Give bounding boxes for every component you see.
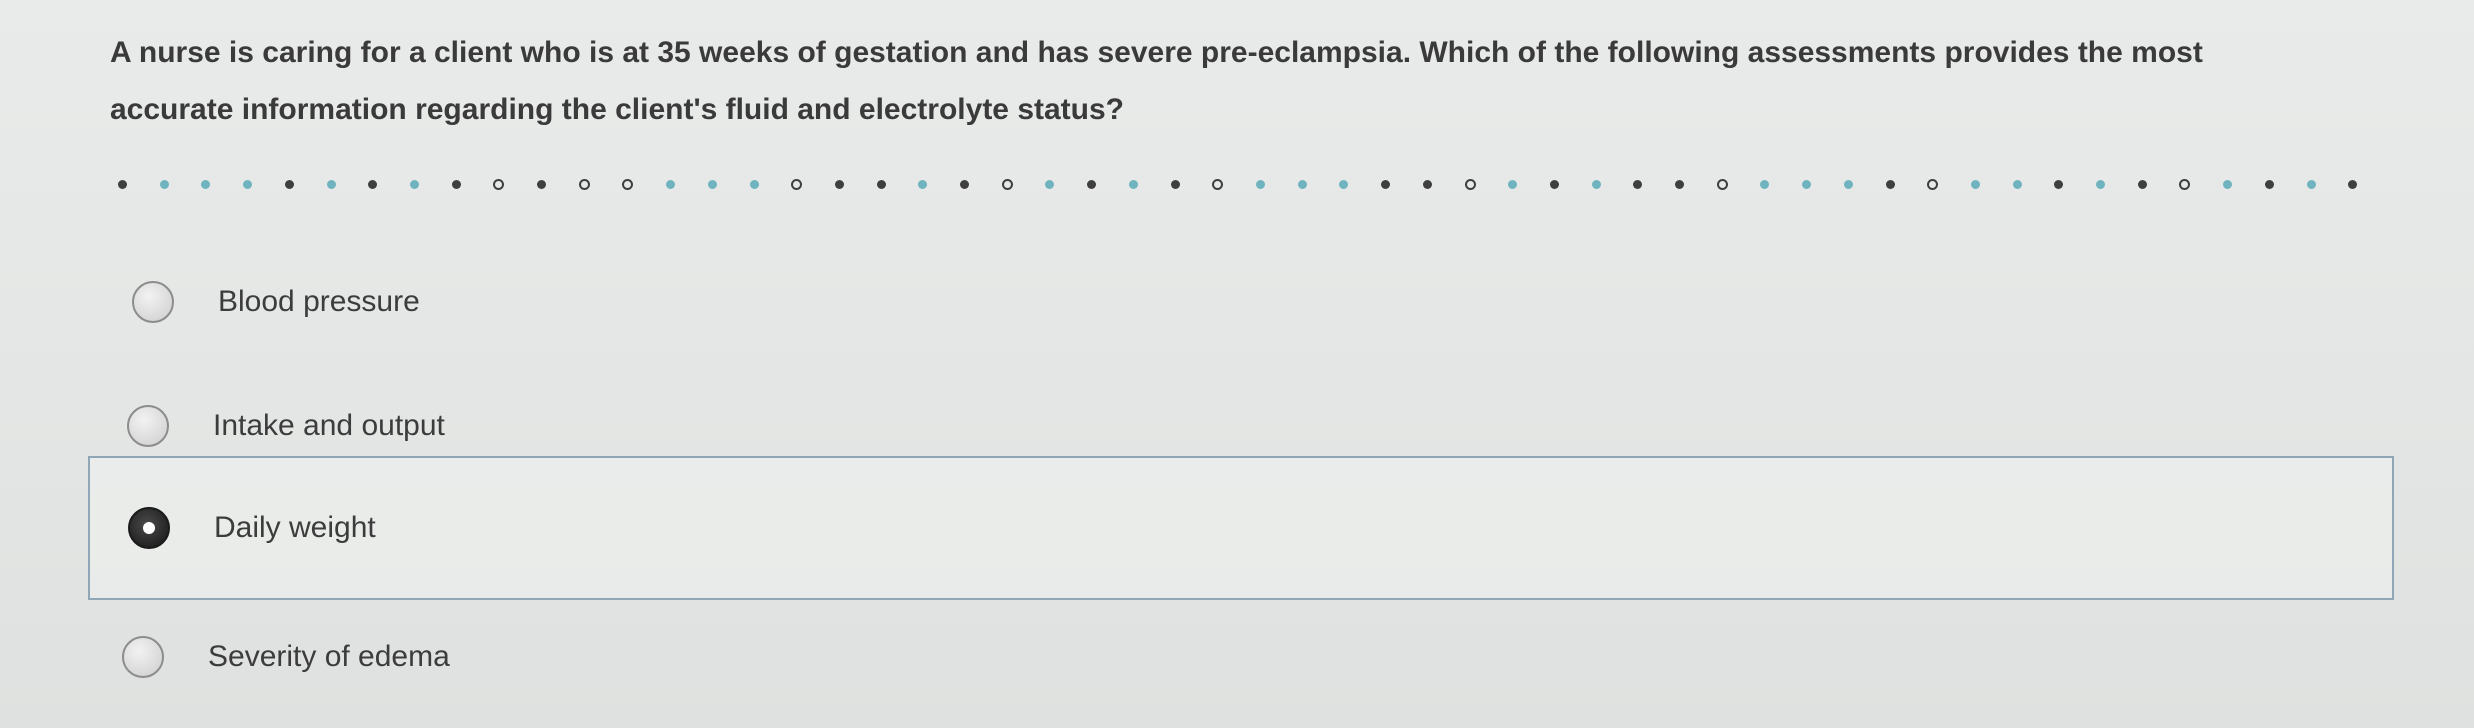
- progress-dot: [1128, 179, 1138, 189]
- option-severity-of-edema[interactable]: Severity of edema: [122, 636, 450, 678]
- progress-dot: [791, 178, 803, 190]
- progress-dot: [2306, 179, 2316, 189]
- progress-dot: [707, 179, 717, 189]
- radio-button-selected[interactable]: [128, 507, 170, 549]
- progress-dot: [1212, 178, 1224, 190]
- question-text: A nurse is caring for a client who is at…: [110, 24, 2370, 138]
- option-label: Daily weight: [214, 511, 376, 544]
- progress-dot: [1045, 179, 1055, 189]
- progress-dot: [243, 179, 253, 189]
- progress-dot: [201, 179, 211, 189]
- option-label: Intake and output: [213, 409, 445, 442]
- question-line-2: accurate information regarding the clien…: [110, 93, 1125, 126]
- progress-dot: [1255, 179, 1265, 189]
- progress-dot: [1549, 179, 1559, 189]
- radio-button[interactable]: [127, 405, 169, 447]
- progress-dots: [118, 172, 2358, 196]
- progress-dot: [1927, 178, 1939, 190]
- progress-dot: [1381, 179, 1391, 189]
- progress-dot: [1970, 179, 1980, 189]
- progress-dot: [1802, 179, 1812, 189]
- progress-dot: [1422, 179, 1432, 189]
- progress-dot: [918, 179, 928, 189]
- progress-dot: [2012, 179, 2022, 189]
- progress-dot: [1464, 178, 1476, 190]
- progress-dot: [2054, 179, 2064, 189]
- progress-dot: [960, 179, 970, 189]
- progress-dot: [1843, 179, 1853, 189]
- progress-dot: [1633, 179, 1643, 189]
- progress-dot: [1297, 179, 1307, 189]
- progress-dot: [159, 179, 169, 189]
- progress-dot: [578, 178, 590, 190]
- progress-dot: [622, 178, 634, 190]
- progress-dot: [537, 179, 547, 189]
- progress-dot: [368, 179, 378, 189]
- progress-dot: [749, 179, 759, 189]
- progress-dot: [1885, 179, 1895, 189]
- progress-dot: [666, 179, 676, 189]
- progress-dot: [876, 179, 886, 189]
- progress-dot: [493, 178, 505, 190]
- progress-dot: [1716, 178, 1728, 190]
- progress-dot: [409, 179, 419, 189]
- progress-dot: [1508, 179, 1518, 189]
- progress-dot: [1001, 178, 1013, 190]
- progress-dot: [2264, 179, 2274, 189]
- question-line-1: A nurse is caring for a client who is at…: [110, 36, 2203, 69]
- option-blood-pressure[interactable]: Blood pressure: [132, 281, 420, 323]
- progress-dot: [2096, 179, 2106, 189]
- progress-dot: [451, 179, 461, 189]
- progress-dot: [1591, 179, 1601, 189]
- progress-dot: [1339, 179, 1349, 189]
- progress-dot: [834, 179, 844, 189]
- progress-dot: [2223, 179, 2233, 189]
- progress-dot: [284, 179, 294, 189]
- radio-button[interactable]: [132, 281, 174, 323]
- progress-dot: [1675, 179, 1685, 189]
- progress-dot: [118, 179, 127, 189]
- progress-dot: [2179, 178, 2191, 190]
- progress-dot: [326, 179, 336, 189]
- progress-dot: [2137, 179, 2147, 189]
- progress-dot: [1087, 179, 1097, 189]
- option-daily-weight[interactable]: Daily weight: [88, 456, 2394, 600]
- progress-dot: [1170, 179, 1180, 189]
- progress-dot: [1760, 179, 1770, 189]
- option-label: Blood pressure: [218, 285, 420, 318]
- radio-button[interactable]: [122, 636, 164, 678]
- progress-dot: [2348, 179, 2358, 189]
- option-label: Severity of edema: [208, 640, 450, 673]
- option-intake-and-output[interactable]: Intake and output: [127, 405, 445, 447]
